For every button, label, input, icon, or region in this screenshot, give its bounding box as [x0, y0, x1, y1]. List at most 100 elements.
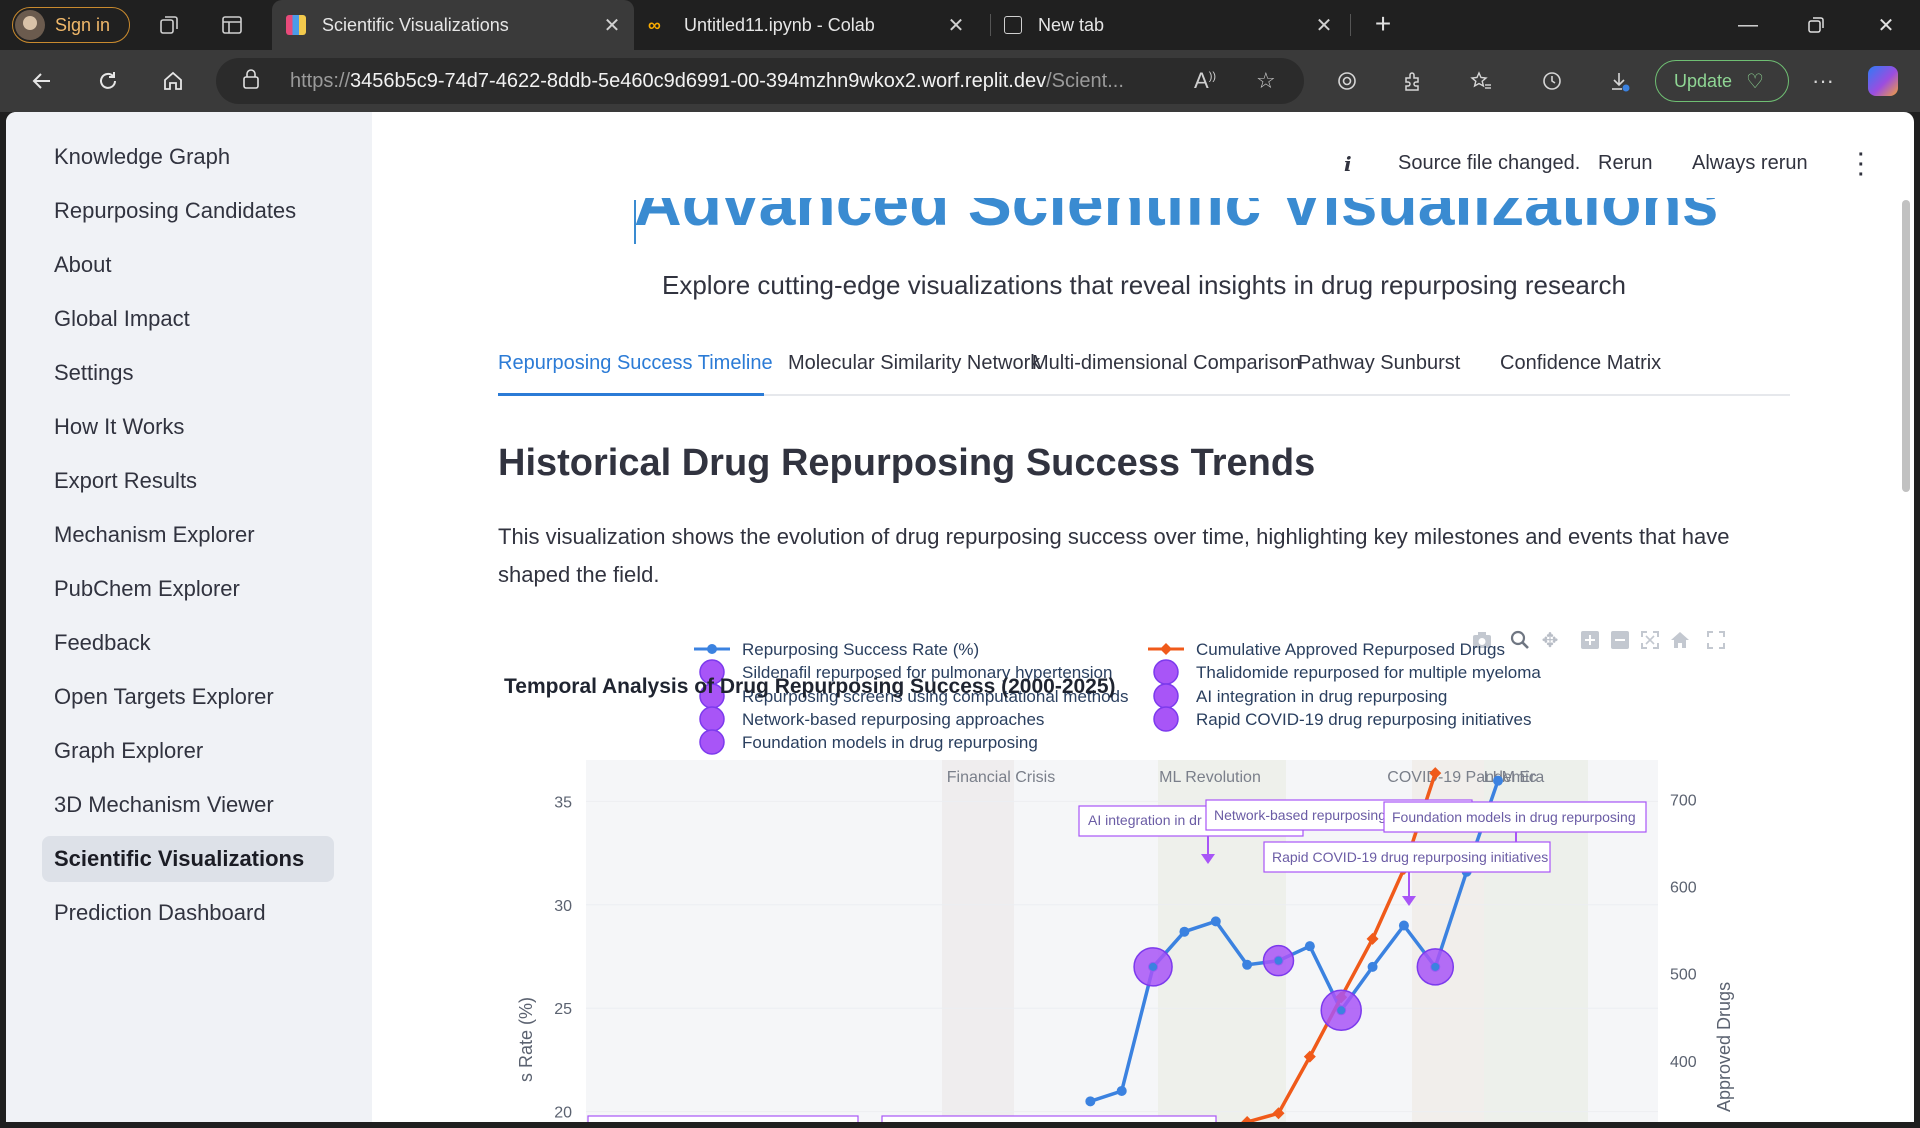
success-rate-point: [1210, 916, 1221, 927]
main-menu-icon[interactable]: ···: [1858, 145, 1865, 185]
tab-repurposing-success-timeline[interactable]: Repurposing Success Timeline: [498, 344, 773, 396]
y2-tick-label: 400: [1670, 1054, 1697, 1071]
restore-icon[interactable]: [1796, 8, 1836, 42]
favorite-star-icon[interactable]: ☆: [1256, 68, 1276, 94]
period-label: LLM Era: [1484, 769, 1545, 786]
tab-multi-dimensional-comparison[interactable]: Multi-dimensional Comparison: [1032, 344, 1301, 396]
update-button[interactable]: Update ♡: [1655, 60, 1789, 102]
source-changed-status: Source file changed.: [1398, 152, 1581, 174]
tab-title: Untitled11.ipynb - Colab: [684, 14, 875, 35]
back-icon[interactable]: [24, 63, 60, 99]
legend-marker-milestone: [699, 729, 725, 755]
sidebar-item-how-it-works[interactable]: How It Works: [42, 404, 334, 450]
sidebar-item-pubchem-explorer[interactable]: PubChem Explorer: [42, 566, 334, 612]
page-viewport: Knowledge Graph Repurposing Candidates A…: [6, 112, 1914, 1122]
sidebar-item-export-results[interactable]: Export Results: [42, 458, 334, 504]
new-tab-favicon-icon: [1004, 16, 1022, 34]
legend-label-cumulative: Cumulative Approved Repurposed Drugs: [1196, 640, 1505, 659]
sidebar-item-scientific-visualizations[interactable]: Scientific Visualizations: [42, 836, 334, 882]
legend-label-milestone: Network-based repurposing approaches: [742, 710, 1044, 729]
extensions-icon[interactable]: [1396, 64, 1430, 98]
period-band-financial-crisis: [942, 760, 1014, 1122]
text-cursor: [634, 200, 636, 244]
y-tick-label: 30: [554, 898, 572, 915]
legend-marker-milestone: [1153, 659, 1179, 685]
refresh-icon[interactable]: [90, 63, 126, 99]
main-content: i Source file changed. Rerun Always reru…: [372, 112, 1914, 1122]
browser-toolbar: https://3456b5c9-74d7-4622-8ddb-5e460c9d…: [0, 50, 1920, 112]
sign-in-label: Sign in: [55, 14, 111, 35]
update-label: Update: [1674, 70, 1733, 91]
tab-pathway-sunburst[interactable]: Pathway Sunburst: [1298, 344, 1460, 396]
tab-scientific-visualizations[interactable]: Scientific Visualizations ✕: [272, 0, 634, 50]
copilot-icon[interactable]: [1868, 66, 1898, 96]
sidebar-item-knowledge-graph[interactable]: Knowledge Graph: [42, 134, 334, 180]
sidebar-item-about[interactable]: About: [42, 242, 334, 288]
downloads-icon[interactable]: [1602, 64, 1636, 98]
info-icon: i: [1344, 152, 1352, 176]
milestone-center-point: [1337, 1006, 1346, 1015]
sidebar-item-mechanism-explorer[interactable]: Mechanism Explorer: [42, 512, 334, 558]
sidebar-item-open-targets-explorer[interactable]: Open Targets Explorer: [42, 674, 334, 720]
y-axis-title: s Rate (%): [516, 997, 536, 1082]
tab-new-tab[interactable]: New tab ✕: [990, 0, 1346, 50]
address-bar[interactable]: https://3456b5c9-74d7-4622-8ddb-5e460c9d…: [216, 58, 1304, 104]
sidebar-item-graph-explorer[interactable]: Graph Explorer: [42, 728, 334, 774]
success-rate-point: [1304, 941, 1315, 952]
chatgpt-extension-icon[interactable]: [1330, 64, 1364, 98]
legend-label-milestone: Thalidomide repurposed for multiple myel…: [1196, 663, 1541, 682]
y2-axis-title: Approved Drugs: [1714, 982, 1734, 1112]
sidebar-item-3d-mechanism-viewer[interactable]: 3D Mechanism Viewer: [42, 782, 334, 828]
sidebar-item-prediction-dashboard[interactable]: Prediction Dashboard: [42, 890, 334, 936]
tab-title: Scientific Visualizations: [322, 14, 509, 35]
annotation-box-partial: [881, 1115, 1217, 1122]
toolbar-backdrop: [372, 112, 1902, 198]
legend-marker-milestone: [699, 706, 725, 732]
section-title: Historical Drug Repurposing Success Tren…: [498, 442, 1316, 484]
new-tab-plus-icon[interactable]: +: [1368, 10, 1398, 40]
tab-separator: [1350, 14, 1351, 36]
heartbeat-icon: ♡: [1746, 70, 1764, 93]
sign-in-button[interactable]: Sign in: [12, 7, 130, 43]
always-rerun-button[interactable]: Always rerun: [1692, 152, 1808, 175]
sidebar-item-global-impact[interactable]: Global Impact: [42, 296, 334, 342]
success-rate-point: [1367, 961, 1378, 972]
milestone-center-point: [1274, 956, 1283, 965]
y2-tick-label: 700: [1670, 792, 1697, 809]
url-text[interactable]: https://3456b5c9-74d7-4622-8ddb-5e460c9d…: [290, 70, 1170, 93]
annotation-text: Rapid COVID-19 drug repurposing initiati…: [1272, 849, 1548, 865]
more-options-icon[interactable]: ···: [1806, 64, 1840, 98]
rerun-button[interactable]: Rerun: [1598, 152, 1652, 175]
close-tab-icon[interactable]: ✕: [598, 13, 626, 38]
milestone-center-point: [1431, 962, 1440, 971]
legend-label-milestone: Rapid COVID-19 drug repurposing initiati…: [1196, 710, 1531, 729]
tab-colab[interactable]: ∞ Untitled11.ipynb - Colab ✕: [634, 0, 978, 50]
sidebar-item-feedback[interactable]: Feedback: [42, 620, 334, 666]
sidebar: Knowledge Graph Repurposing Candidates A…: [6, 112, 372, 1122]
close-tab-icon[interactable]: ✕: [1310, 13, 1338, 38]
sidebar-item-settings[interactable]: Settings: [42, 350, 334, 396]
legend-label-milestone: AI integration in drug repurposing: [1196, 687, 1447, 706]
minimize-icon[interactable]: —: [1728, 8, 1768, 42]
favorites-icon[interactable]: [1464, 64, 1498, 98]
section-description: This visualization shows the evolution o…: [498, 524, 1730, 587]
vertical-tabs-icon[interactable]: [218, 11, 246, 39]
success-rate-point: [1085, 1096, 1096, 1107]
home-icon[interactable]: [155, 63, 191, 99]
lock-icon: [242, 68, 268, 94]
annotation-text: AI integration in dr: [1088, 812, 1202, 828]
tab-molecular-similarity-network[interactable]: Molecular Similarity Network: [788, 344, 1040, 396]
workspaces-icon[interactable]: [155, 11, 183, 39]
legend-marker-milestone: [1153, 683, 1179, 709]
success-rate-point: [1179, 926, 1190, 937]
sidebar-item-repurposing-candidates[interactable]: Repurposing Candidates: [42, 188, 334, 234]
history-icon[interactable]: [1535, 64, 1569, 98]
close-tab-icon[interactable]: ✕: [942, 13, 970, 38]
milestone-center-point: [1149, 962, 1158, 971]
read-aloud-icon[interactable]: A)): [1194, 68, 1216, 94]
close-window-icon[interactable]: ✕: [1866, 8, 1906, 42]
colab-favicon-icon: ∞: [648, 15, 661, 35]
tab-confidence-matrix[interactable]: Confidence Matrix: [1500, 344, 1661, 396]
success-rate-point: [1398, 920, 1409, 931]
page-scrollbar[interactable]: [1902, 200, 1910, 492]
